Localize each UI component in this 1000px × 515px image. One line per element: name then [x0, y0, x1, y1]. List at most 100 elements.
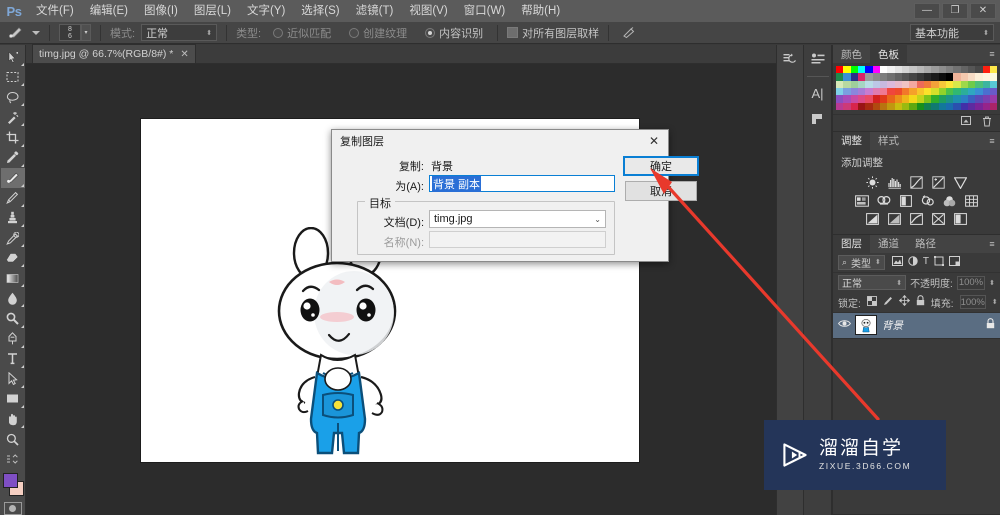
history-brush-tool[interactable] [1, 228, 25, 248]
color-swatch[interactable] [865, 73, 873, 81]
color-swatch[interactable] [865, 80, 873, 88]
color-swatch[interactable] [850, 95, 858, 103]
curves-icon[interactable] [909, 176, 924, 190]
cancel-button[interactable]: 取消 [625, 181, 697, 201]
color-swatch[interactable] [953, 95, 961, 103]
color-swatch[interactable] [872, 102, 880, 110]
color-swatch[interactable] [865, 102, 873, 110]
properties-panel-icon[interactable] [807, 51, 829, 68]
color-swatch[interactable] [916, 73, 924, 81]
color-swatch[interactable] [850, 102, 858, 110]
brush-size-stepper[interactable]: 8 6 ▾ [59, 24, 91, 41]
color-swatch[interactable] [887, 80, 895, 88]
color-swatch[interactable] [967, 80, 976, 88]
color-swatch[interactable] [945, 95, 954, 103]
color-swatch[interactable] [953, 73, 961, 81]
layer-filter-type-select[interactable]: ⌕ 类型 ⬍ [838, 254, 885, 270]
color-swatch[interactable] [909, 95, 917, 103]
color-swatch[interactable] [945, 102, 954, 110]
panel-menu-icon[interactable]: ≡ [984, 235, 1000, 253]
color-swatch[interactable] [879, 66, 888, 74]
color-swatch[interactable] [938, 80, 946, 88]
color-swatch[interactable] [836, 66, 844, 74]
tab-layers[interactable]: 图层 [833, 234, 870, 253]
color-swatch[interactable] [960, 73, 968, 81]
ok-button[interactable]: 确定 [623, 156, 699, 176]
foreground-color-swatch[interactable] [2, 473, 18, 489]
color-swatch[interactable] [836, 80, 844, 88]
menu-item-layer[interactable]: 图层(L) [186, 0, 239, 22]
color-swatch[interactable] [843, 73, 851, 81]
brush-tool[interactable] [1, 188, 25, 208]
close-button[interactable]: ✕ [970, 3, 996, 19]
color-swatch[interactable] [975, 95, 983, 103]
eraser-tool[interactable] [1, 248, 25, 268]
color-swatch[interactable] [894, 80, 902, 88]
color-swatches[interactable] [1, 473, 25, 497]
color-swatch[interactable] [982, 102, 990, 110]
color-swatch[interactable] [857, 66, 866, 74]
type-option-proximity[interactable]: 近似匹配 [273, 25, 331, 41]
color-swatch[interactable] [989, 80, 998, 88]
color-swatch[interactable] [975, 73, 983, 81]
menu-item-window[interactable]: 窗口(W) [456, 0, 514, 22]
color-swatch[interactable] [909, 102, 917, 110]
color-swatch[interactable] [901, 95, 910, 103]
color-swatch[interactable] [887, 73, 895, 81]
lasso-tool[interactable] [1, 87, 25, 107]
color-swatch[interactable] [872, 80, 880, 88]
adjustment-filter-icon[interactable] [908, 256, 918, 269]
edit-toolbar-button[interactable] [1, 449, 25, 469]
color-swatch[interactable] [967, 95, 976, 103]
airbrush-toggle-icon[interactable] [618, 24, 640, 42]
color-swatch[interactable] [923, 66, 932, 74]
color-swatch[interactable] [989, 102, 998, 110]
type-option-content-aware[interactable]: 内容识别 [425, 25, 483, 41]
brush-size-chevron-icon[interactable]: ▾ [81, 24, 91, 41]
color-swatch[interactable] [879, 80, 888, 88]
color-swatch[interactable] [953, 66, 961, 74]
color-swatch[interactable] [901, 80, 910, 88]
menu-item-type[interactable]: 文字(Y) [239, 0, 293, 22]
menu-item-help[interactable]: 帮助(H) [513, 0, 568, 22]
menu-item-filter[interactable]: 滤镜(T) [348, 0, 402, 22]
color-swatch[interactable] [901, 102, 910, 110]
horizontal-type-tool[interactable] [1, 349, 25, 369]
tab-adjustments[interactable]: 调整 [833, 131, 870, 150]
color-swatch[interactable] [872, 95, 880, 103]
color-swatch[interactable] [872, 66, 880, 74]
rectangular-marquee-tool[interactable] [1, 67, 25, 87]
menu-item-view[interactable]: 视图(V) [401, 0, 455, 22]
color-swatch[interactable] [894, 102, 902, 110]
table-row[interactable]: 背景 [833, 312, 1000, 339]
layer-name[interactable]: 背景 [882, 318, 903, 333]
panel-menu-icon[interactable]: ≡ [984, 45, 1000, 63]
menu-item-file[interactable]: 文件(F) [28, 0, 82, 22]
brightness-contrast-icon[interactable] [865, 176, 880, 190]
minimize-button[interactable]: — [914, 3, 940, 19]
color-swatch[interactable] [967, 66, 976, 74]
tab-color[interactable]: 颜色 [833, 45, 870, 63]
document-tab[interactable]: timg.jpg @ 66.7%(RGB/8#) * ✕ [32, 44, 196, 63]
color-swatch[interactable] [923, 95, 932, 103]
color-swatch[interactable] [887, 102, 895, 110]
path-selection-tool[interactable] [1, 369, 25, 389]
color-swatch[interactable] [982, 80, 990, 88]
color-swatch[interactable] [865, 95, 873, 103]
color-swatch[interactable] [938, 73, 946, 81]
sample-all-layers-option[interactable]: 对所有图层取样 [507, 25, 599, 41]
menu-item-image[interactable]: 图像(I) [136, 0, 186, 22]
color-swatch[interactable] [894, 73, 902, 81]
color-swatch[interactable] [953, 102, 961, 110]
color-swatch[interactable] [923, 73, 932, 81]
color-swatch[interactable] [836, 87, 844, 96]
color-balance-icon[interactable] [876, 194, 891, 208]
character-panel-icon[interactable]: A| [807, 85, 829, 102]
hand-tool[interactable] [1, 409, 25, 429]
lock-position-icon[interactable] [898, 295, 910, 309]
color-swatch[interactable] [865, 87, 873, 96]
color-swatch[interactable] [843, 66, 851, 74]
radio-content-aware-icon[interactable] [425, 27, 436, 38]
magic-wand-tool[interactable] [1, 107, 25, 127]
gradient-map-icon[interactable] [931, 212, 946, 226]
